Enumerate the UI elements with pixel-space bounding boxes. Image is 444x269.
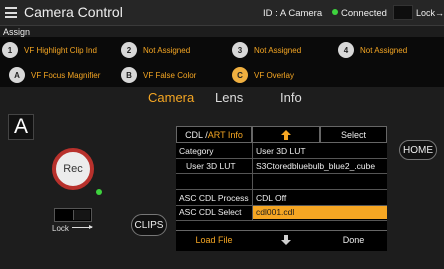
rec-status-dot-icon	[96, 189, 102, 195]
lock-arrow-icon	[72, 225, 93, 229]
divider	[176, 220, 387, 221]
assign-slot-b[interactable]: B VF False Color	[121, 65, 196, 85]
app-title: Camera Control	[24, 4, 123, 20]
list-item[interactable]: User 3D LUT S3Ctoredbluebulb_blue2_.cube	[176, 160, 387, 173]
assign-section-label: Assign	[3, 27, 31, 37]
cdl-art-info-panel: CDL / ART Info Select Category User 3D L…	[176, 126, 387, 251]
row-label: ASC CDL Select	[179, 207, 242, 217]
assign-key-1-icon: 1	[2, 42, 18, 58]
assign-slot-4[interactable]: 4 Not Assigned	[338, 40, 407, 60]
lock-switch[interactable]	[54, 208, 92, 222]
header-lock-label: Lock→	[416, 8, 444, 18]
clips-button[interactable]: CLIPS	[131, 214, 167, 236]
tab-info[interactable]: Info	[280, 90, 302, 105]
assign-slot-2-label: Not Assigned	[143, 45, 191, 55]
load-file-button[interactable]: Load File	[176, 230, 252, 248]
row-label: ASC CDL Process	[179, 193, 249, 203]
header-lock-toggle[interactable]	[393, 5, 413, 20]
row-value: cdl001.cdl	[256, 207, 295, 217]
assign-slot-a-label: VF Focus Magnifier	[31, 70, 101, 80]
assign-key-b-icon: B	[121, 67, 137, 83]
assign-key-3-icon: 3	[232, 42, 248, 58]
tab-lens[interactable]: Lens	[215, 90, 243, 105]
panel-title: CDL / ART Info	[176, 126, 252, 143]
row-value: S3Ctoredbluebulb_blue2_.cube	[256, 161, 376, 171]
connection-status: Connected	[332, 8, 387, 19]
row-value: User 3D LUT	[256, 146, 306, 156]
home-button[interactable]: HOME	[399, 140, 437, 160]
lock-label: Lock	[52, 224, 69, 233]
arrow-up-icon	[281, 129, 291, 140]
connected-dot-icon	[332, 9, 338, 15]
list-item[interactable]: Category User 3D LUT	[176, 145, 387, 158]
assign-slot-c[interactable]: C VF Overlay	[232, 65, 294, 85]
row-value: CDL Off	[256, 193, 287, 203]
divider	[176, 173, 387, 174]
done-button[interactable]: Done	[320, 230, 387, 248]
assign-key-4-icon: 4	[338, 42, 354, 58]
scroll-up-button[interactable]	[252, 126, 320, 143]
rec-button[interactable]: Rec	[52, 148, 94, 190]
assign-slot-2[interactable]: 2 Not Assigned	[121, 40, 190, 60]
row-label: Category	[179, 146, 214, 156]
divider	[176, 189, 387, 190]
arrow-down-icon	[281, 234, 291, 245]
list-item-selected[interactable]: ASC CDL Select cdl001.cdl	[176, 206, 387, 219]
assign-slot-a[interactable]: A VF Focus Magnifier	[9, 65, 100, 85]
connection-label: Connected	[341, 8, 387, 19]
assign-row-2: A VF Focus Magnifier B VF False Color C …	[0, 62, 444, 87]
assign-key-2-icon: 2	[121, 42, 137, 58]
assign-slot-1-label: VF Highlight Clip Ind	[24, 45, 97, 55]
title-bar: Camera Control ID : A Camera Connected L…	[0, 0, 444, 26]
list-item	[176, 176, 387, 189]
tab-camera[interactable]: Camera	[148, 90, 194, 105]
camera-control-app: Camera Control ID : A Camera Connected L…	[0, 0, 444, 269]
assign-key-a-icon: A	[9, 67, 25, 83]
camera-badge: A	[8, 114, 34, 140]
main-tabs: Camera Lens Info	[0, 88, 444, 110]
assign-row-1: 1 VF Highlight Clip Ind 2 Not Assigned 3…	[0, 37, 444, 62]
assign-slot-3-label: Not Assigned	[254, 45, 302, 55]
camera-id: ID : A Camera	[263, 8, 323, 19]
assign-slot-3[interactable]: 3 Not Assigned	[232, 40, 301, 60]
lock-switch-knob	[73, 210, 90, 220]
assign-slot-4-label: Not Assigned	[360, 45, 408, 55]
assign-slot-c-label: VF Overlay	[254, 70, 295, 80]
column-divider	[252, 143, 253, 221]
hamburger-menu-icon[interactable]	[5, 7, 17, 18]
assign-key-c-icon: C	[232, 67, 248, 83]
row-label: User 3D LUT	[186, 161, 236, 171]
list-item[interactable]: ASC CDL Process CDL Off	[176, 192, 387, 205]
assign-slot-1[interactable]: 1 VF Highlight Clip Ind	[2, 40, 97, 60]
scroll-down-button[interactable]	[252, 230, 320, 248]
select-button[interactable]: Select	[320, 126, 387, 143]
divider	[176, 158, 387, 159]
assign-slot-b-label: VF False Color	[143, 70, 197, 80]
